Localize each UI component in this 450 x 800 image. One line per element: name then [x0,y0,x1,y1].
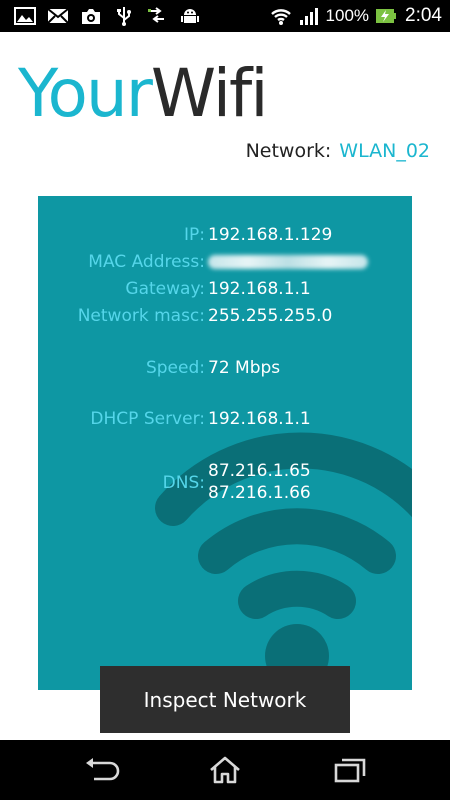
dns-value-2: 87.216.1.66 [208,483,311,503]
gateway-value: 192.168.1.1 [208,279,311,299]
camera-icon [82,9,100,24]
dhcp-value: 192.168.1.1 [208,409,311,429]
dns-value-1: 87.216.1.65 [208,461,311,481]
mac-value-redacted [208,251,368,275]
signal-icon [299,8,318,25]
app-title: YourWifi [18,54,269,134]
gallery-icon [14,7,36,25]
mac-label: MAC Address: [88,252,205,272]
battery-percent: 100% [325,6,370,25]
ip-label: IP: [184,225,205,245]
data-transfer-icon [148,7,164,23]
notification-icons [14,6,201,26]
app-title-part2: Wifi [150,55,269,132]
speed-value: 72 Mbps [208,358,281,378]
ip-value: 192.168.1.129 [208,225,333,245]
clock: 2:04 [405,5,442,26]
back-icon[interactable] [82,754,122,786]
status-bar: 100% 2:04 [0,0,450,32]
inspect-network-button[interactable]: Inspect Network [100,666,350,733]
dhcp-label: DHCP Server: [90,409,205,429]
recent-apps-icon[interactable] [330,754,370,786]
wifi-icon [270,9,291,25]
home-icon[interactable] [205,754,245,786]
usb-icon [117,7,131,26]
network-info-panel: IP: 192.168.1.129 MAC Address: Gateway: … [38,196,412,690]
app-title-part1: Your [18,55,153,132]
dns-label: DNS: [162,473,205,493]
mail-icon [47,8,69,24]
mask-label: Network masc: [77,306,205,326]
network-name: WLAN_02 [339,140,430,162]
gateway-label: Gateway: [125,279,205,299]
system-status: 100% 2:04 [270,6,442,26]
android-icon [181,9,199,23]
network-row: Network: WLAN_02 [246,138,430,164]
speed-label: Speed: [145,358,205,378]
battery-charging-icon [376,9,397,23]
mask-value: 255.255.255.0 [208,306,333,326]
network-label: Network: [245,140,332,162]
navigation-bar [0,740,450,800]
